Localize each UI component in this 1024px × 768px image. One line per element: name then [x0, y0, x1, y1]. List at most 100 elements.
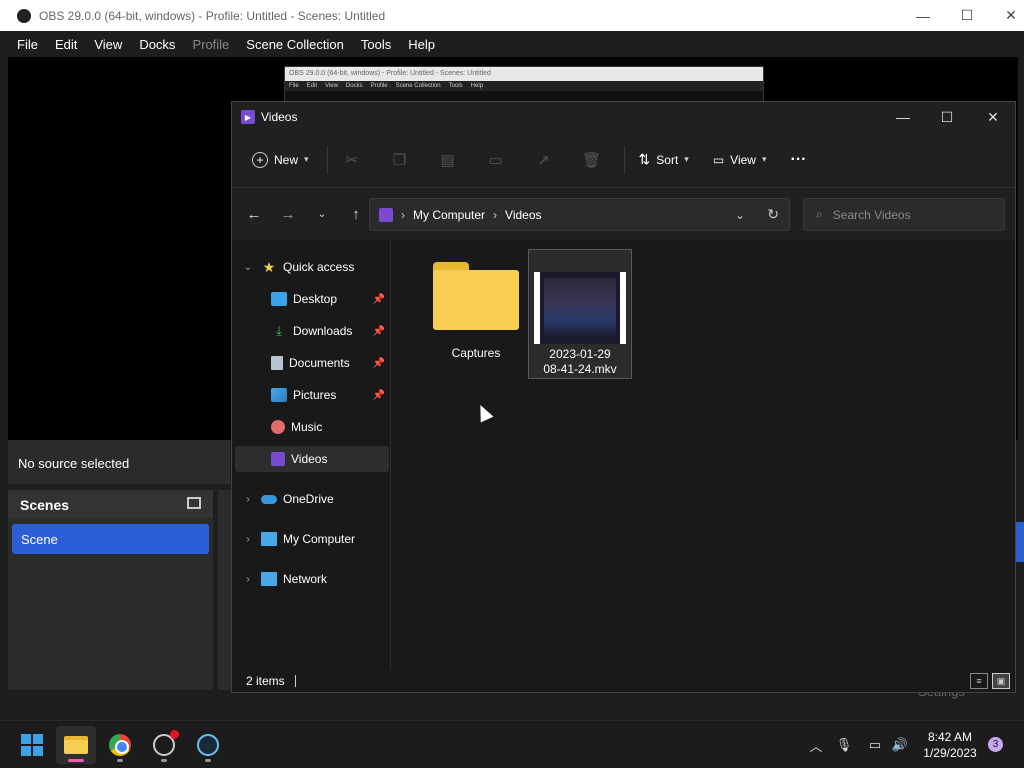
breadcrumb-my-computer[interactable]: My Computer	[413, 208, 485, 222]
star-icon: ★	[262, 258, 276, 275]
menu-file[interactable]: File	[17, 37, 38, 52]
chevron-right-icon[interactable]: ›	[241, 494, 255, 505]
nav-pictures[interactable]: Pictures 📌	[235, 382, 389, 408]
scenes-dock: Scenes Scene	[8, 490, 213, 716]
menu-scene-collection[interactable]: Scene Collection	[246, 37, 344, 52]
recent-locations-icon[interactable]: ⌄	[308, 200, 336, 228]
network-tray-icon[interactable]: ▭	[864, 721, 886, 768]
nav-my-computer[interactable]: › My Computer	[235, 526, 389, 552]
address-dropdown-icon[interactable]: ⌄	[735, 208, 745, 222]
forward-icon[interactable]: →	[274, 200, 302, 228]
clock[interactable]: 8:42 AM 1/29/2023	[918, 729, 982, 761]
menu-profile[interactable]: Profile	[192, 37, 229, 52]
taskbar-chrome[interactable]	[100, 726, 140, 764]
rename-icon[interactable]: ▭	[486, 150, 506, 170]
clock-time: 8:42 AM	[927, 730, 973, 744]
nav-videos[interactable]: Videos	[235, 446, 389, 472]
search-input[interactable]: ⌕ Search Videos	[803, 198, 1005, 231]
obs-controls-bar	[0, 690, 1024, 720]
nav-downloads[interactable]: ⤓ Downloads 📌	[235, 318, 389, 344]
large-icons-view-icon[interactable]: ▣	[992, 673, 1010, 689]
menu-tools[interactable]: Tools	[361, 37, 391, 52]
menu-docks[interactable]: Docks	[139, 37, 175, 52]
navigation-bar: ← → ⌄ ↑ › My Computer › Videos ⌄ ↻ ⌕ Sea…	[232, 188, 1015, 240]
menu-edit[interactable]: Edit	[55, 37, 77, 52]
scenes-header: Scenes	[8, 490, 213, 518]
command-bar: + New ▾ ✂ ❐ ▤ ▭ ↗ 🗑 ⇅ Sort ▾ ▭ View ▾ ··…	[232, 132, 1015, 188]
back-icon[interactable]: ←	[240, 200, 268, 228]
notification-badge[interactable]: 3	[988, 737, 1003, 752]
nav-label: Pictures	[293, 388, 337, 402]
address-bar[interactable]: › My Computer › Videos ⌄ ↻	[369, 198, 790, 231]
nav-desktop[interactable]: Desktop 📌	[235, 286, 389, 312]
file-item-video[interactable]: 2023-01-29 08-41-24.mkv	[528, 249, 632, 379]
nav-label: Videos	[291, 452, 328, 466]
microphone-icon[interactable]: 🎙	[834, 721, 854, 768]
nav-label: Quick access	[283, 260, 355, 274]
sort-button[interactable]: ⇅ Sort ▾	[639, 151, 689, 168]
separator	[623, 145, 625, 174]
windows-start-icon	[21, 734, 43, 756]
cut-icon[interactable]: ✂	[342, 150, 362, 170]
breadcrumb-videos[interactable]: Videos	[505, 208, 541, 222]
details-view-icon[interactable]: ≡	[970, 673, 988, 689]
volume-icon[interactable]: 🔊	[890, 721, 910, 768]
close-icon[interactable]: ✕	[970, 102, 1016, 132]
undock-icon[interactable]	[187, 497, 201, 509]
separator	[326, 145, 328, 174]
pin-icon[interactable]: 📌	[373, 326, 385, 337]
nav-music[interactable]: Music	[235, 414, 389, 440]
copy-icon[interactable]: ❐	[390, 150, 410, 170]
menu-help[interactable]: Help	[408, 37, 435, 52]
paste-icon[interactable]: ▤	[438, 150, 458, 170]
scene-item[interactable]: Scene	[12, 524, 209, 554]
videos-folder-icon	[379, 207, 393, 222]
nav-documents[interactable]: Documents 📌	[235, 350, 389, 376]
file-view[interactable]: Captures 2023-01-29 08-41-24.mkv	[392, 240, 1014, 670]
active-indicator	[68, 759, 84, 762]
chevron-right-icon[interactable]: ›	[241, 574, 255, 585]
status-separator	[294, 675, 296, 687]
videos-folder-icon: ▶	[241, 110, 255, 124]
menu-view[interactable]: View	[94, 37, 122, 52]
nav-network[interactable]: › Network	[235, 566, 389, 592]
up-icon[interactable]: ↑	[342, 200, 370, 228]
new-label: New	[274, 152, 299, 167]
maximize-icon[interactable]: ☐	[944, 0, 990, 31]
taskbar-obs[interactable]	[144, 726, 184, 764]
music-icon	[271, 420, 285, 434]
mini-title: OBS 29.0.0 (64-bit, windows) - Profile: …	[285, 67, 763, 81]
share-icon[interactable]: ↗	[534, 150, 554, 170]
close-icon[interactable]: ✕	[988, 0, 1024, 31]
pin-icon[interactable]: 📌	[373, 390, 385, 401]
file-item-folder[interactable]: Captures	[410, 249, 542, 379]
nav-label: Desktop	[293, 292, 338, 306]
minimize-icon[interactable]: —	[900, 0, 946, 31]
minimize-icon[interactable]: —	[880, 102, 926, 132]
new-button[interactable]: + New ▾	[252, 151, 309, 168]
breadcrumb-chevron-icon: ›	[493, 207, 498, 222]
running-indicator	[161, 759, 167, 762]
view-button[interactable]: ▭ View ▾	[713, 153, 767, 167]
taskbar-steam[interactable]	[188, 726, 228, 764]
nav-quick-access[interactable]: ⌄ ★ Quick access	[235, 254, 389, 280]
start-button[interactable]	[12, 726, 52, 764]
obs-preview-recursive: OBS 29.0.0 (64-bit, windows) - Profile: …	[284, 66, 764, 102]
running-indicator	[205, 759, 211, 762]
maximize-icon[interactable]: ☐	[924, 102, 970, 132]
chevron-down-icon[interactable]: ⌄	[241, 262, 255, 273]
show-hidden-icons-chevron-icon[interactable]: ︿	[806, 721, 826, 768]
navigation-pane: ⌄ ★ Quick access Desktop 📌 ⤓ Downloads 📌…	[232, 240, 390, 670]
taskbar-file-explorer[interactable]	[56, 726, 96, 764]
pane-divider[interactable]	[390, 240, 391, 670]
nav-label: Network	[283, 572, 328, 586]
delete-icon[interactable]: 🗑	[582, 150, 602, 170]
see-more-button[interactable]: ···	[791, 151, 807, 169]
pin-icon[interactable]: 📌	[373, 358, 385, 369]
chevron-right-icon[interactable]: ›	[241, 534, 255, 545]
breadcrumb-chevron-icon: ›	[401, 207, 405, 222]
refresh-icon[interactable]: ↻	[767, 206, 779, 223]
mini-menu-item: File	[289, 83, 299, 89]
nav-onedrive[interactable]: › OneDrive	[235, 486, 389, 512]
pin-icon[interactable]: 📌	[373, 294, 385, 305]
